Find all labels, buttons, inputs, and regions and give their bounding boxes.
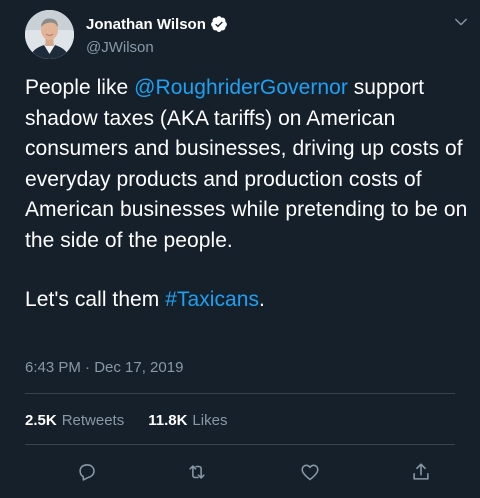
tweet-card: Jonathan Wilson @JWilson People like @Ro… bbox=[0, 0, 480, 498]
mention-link[interactable]: @RoughriderGovernor bbox=[134, 76, 348, 99]
verified-badge-icon bbox=[210, 15, 228, 33]
retweet-button[interactable] bbox=[184, 459, 210, 485]
likes-label: Likes bbox=[192, 412, 228, 429]
tweet-header: Jonathan Wilson @JWilson bbox=[25, 10, 470, 60]
tweet-paragraph-1: People like @RoughriderGovernor support … bbox=[25, 73, 475, 256]
like-icon bbox=[299, 461, 321, 483]
tweet-stats: 2.5K Retweets 11.8K Likes bbox=[25, 412, 251, 429]
author-names: Jonathan Wilson @JWilson bbox=[86, 14, 228, 56]
reply-icon bbox=[76, 461, 98, 483]
avatar[interactable] bbox=[25, 10, 74, 59]
chevron-down-icon[interactable] bbox=[452, 13, 470, 31]
retweets-label: Retweets bbox=[61, 412, 125, 429]
retweet-icon bbox=[185, 461, 209, 483]
reply-button[interactable] bbox=[74, 459, 100, 485]
tweet-text-segment: Let's call them bbox=[25, 288, 166, 311]
retweets-stat[interactable]: 2.5K Retweets bbox=[25, 412, 124, 429]
likes-count: 11.8K bbox=[148, 412, 188, 429]
tweet-text-segment: . bbox=[259, 288, 265, 311]
display-name-row: Jonathan Wilson bbox=[86, 14, 228, 34]
avatar-image bbox=[25, 10, 74, 59]
tweet-paragraph-2: Let's call them #Taxicans. bbox=[25, 285, 475, 316]
author-handle[interactable]: @JWilson bbox=[86, 39, 228, 56]
tweet-actions bbox=[25, 459, 455, 485]
tweet-text-segment: People like bbox=[25, 76, 135, 99]
tweet-timestamp[interactable]: 6:43 PM · Dec 17, 2019 bbox=[25, 359, 183, 376]
likes-stat[interactable]: 11.8K Likes bbox=[148, 412, 227, 429]
retweets-count: 2.5K bbox=[25, 412, 57, 429]
share-button[interactable] bbox=[408, 459, 434, 485]
hashtag-link[interactable]: #Taxicans bbox=[165, 288, 259, 311]
share-icon bbox=[410, 461, 432, 483]
divider bbox=[25, 393, 455, 394]
display-name[interactable]: Jonathan Wilson bbox=[86, 16, 206, 33]
tweet-text: People like @RoughriderGovernor support … bbox=[25, 73, 475, 316]
divider bbox=[25, 444, 455, 445]
tweet-text-segment: support shadow taxes (AKA tariffs) on Am… bbox=[25, 76, 468, 252]
like-button[interactable] bbox=[297, 459, 323, 485]
